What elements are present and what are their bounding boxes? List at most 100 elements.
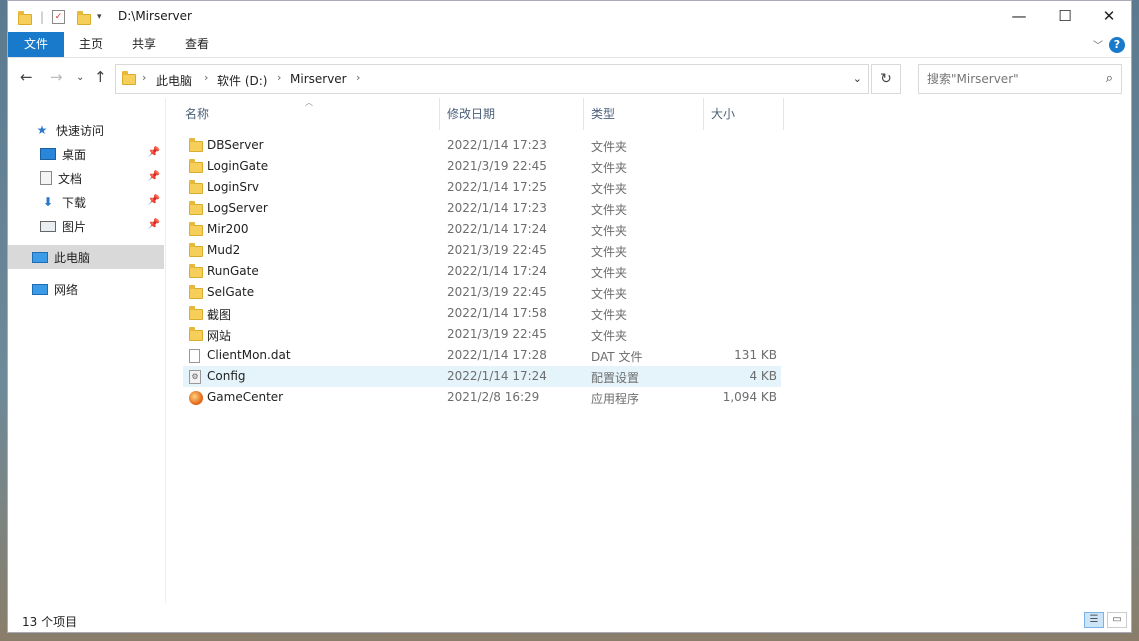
file-type: 文件夹 bbox=[591, 224, 628, 238]
tab-share[interactable]: 共享 bbox=[118, 32, 170, 57]
nav-item-quick-access[interactable]: ★ 快速访问 bbox=[8, 118, 164, 142]
recent-locations-icon[interactable]: ⌄ bbox=[76, 72, 84, 83]
forward-icon[interactable]: → bbox=[50, 68, 63, 86]
file-type: 配置设置 bbox=[591, 371, 640, 385]
nav-item-pictures[interactable]: 图片 📌 bbox=[8, 214, 164, 238]
file-name: LoginGate bbox=[207, 159, 269, 173]
folder-icon bbox=[189, 243, 203, 257]
file-date: 2022/1/14 17:24 bbox=[447, 222, 547, 236]
file-row[interactable]: 网站 2021/3/19 22:45 文件夹 bbox=[183, 324, 781, 345]
large-icons-view-icon[interactable]: ▭ bbox=[1107, 612, 1127, 628]
new-folder-icon[interactable] bbox=[77, 10, 92, 25]
divider: | bbox=[40, 10, 45, 24]
file-date: 2022/1/14 17:28 bbox=[447, 348, 547, 362]
column-header-type[interactable]: 类型 bbox=[584, 98, 704, 130]
folder-icon bbox=[189, 327, 203, 341]
explorer-window: | ✓ ▾ D:\Mirserver — ☐ ✕ 文件 主页 共享 查看 ﹀ ?… bbox=[7, 0, 1132, 633]
file-type: 文件夹 bbox=[591, 329, 628, 343]
close-button[interactable]: ✕ bbox=[1086, 1, 1131, 31]
file-row[interactable]: LoginGate 2021/3/19 22:45 文件夹 bbox=[183, 156, 781, 177]
file-row[interactable]: DBServer 2022/1/14 17:23 文件夹 bbox=[183, 135, 781, 156]
breadcrumb-drive-d[interactable]: 软件 (D:) bbox=[217, 72, 267, 89]
pictures-icon bbox=[40, 220, 56, 232]
file-date: 2022/1/14 17:23 bbox=[447, 138, 547, 152]
refresh-button[interactable]: ↻ bbox=[871, 64, 901, 94]
file-row[interactable]: Mud2 2021/3/19 22:45 文件夹 bbox=[183, 240, 781, 261]
nav-item-this-pc[interactable]: 此电脑 bbox=[8, 245, 164, 269]
file-date: 2022/1/14 17:23 bbox=[447, 201, 547, 215]
file-type: 文件夹 bbox=[591, 203, 628, 217]
file-row[interactable]: RunGate 2022/1/14 17:24 文件夹 bbox=[183, 261, 781, 282]
file-size: 4 KB bbox=[749, 369, 777, 383]
chevron-right-icon[interactable]: › bbox=[142, 71, 146, 84]
column-header-size[interactable]: 大小 bbox=[704, 98, 784, 130]
breadcrumb-mirserver[interactable]: Mirserver bbox=[290, 72, 347, 86]
search-box[interactable]: ⌕ bbox=[918, 64, 1122, 94]
nav-item-label: 快速访问 bbox=[56, 123, 105, 138]
folder-icon bbox=[189, 138, 203, 152]
file-name: 截图 bbox=[207, 308, 232, 322]
tab-file[interactable]: 文件 bbox=[8, 32, 64, 57]
breadcrumb-this-pc[interactable]: 此电脑 bbox=[156, 72, 192, 89]
file-name: GameCenter bbox=[207, 390, 284, 404]
address-bar[interactable]: › 此电脑 › 软件 (D:) › Mirserver › ⌄ bbox=[115, 64, 869, 94]
nav-item-network[interactable]: 网络 bbox=[8, 277, 164, 301]
file-row[interactable]: Mir200 2022/1/14 17:24 文件夹 bbox=[183, 219, 781, 240]
pin-icon[interactable]: 📌 bbox=[148, 195, 160, 206]
file-name: SelGate bbox=[207, 285, 255, 299]
file-name: Mud2 bbox=[207, 243, 241, 257]
file-date: 2021/3/19 22:45 bbox=[447, 159, 547, 173]
nav-item-label: 文档 bbox=[58, 171, 83, 186]
file-row[interactable]: GameCenter 2021/2/8 16:29 应用程序 1,094 KB bbox=[183, 387, 781, 408]
file-name: Mir200 bbox=[207, 222, 249, 236]
file-type: DAT 文件 bbox=[591, 350, 643, 364]
file-type: 文件夹 bbox=[591, 308, 628, 322]
chevron-right-icon[interactable]: › bbox=[356, 71, 360, 84]
nav-item-label: 图片 bbox=[62, 219, 87, 234]
quick-access-toolbar: | ✓ ▾ bbox=[18, 7, 102, 27]
navigation-bar: ← → ⌄ ↑ › 此电脑 › 软件 (D:) › Mirserver › ⌄ … bbox=[8, 58, 1131, 98]
search-input[interactable] bbox=[919, 65, 1089, 93]
properties-icon[interactable]: ✓ bbox=[52, 10, 66, 24]
folder-icon bbox=[189, 285, 203, 299]
file-date: 2021/3/19 22:45 bbox=[447, 327, 547, 341]
file-name: RunGate bbox=[207, 264, 259, 278]
pin-icon[interactable]: 📌 bbox=[148, 219, 160, 230]
details-view-icon[interactable]: ☰ bbox=[1084, 612, 1104, 628]
column-header-date[interactable]: 修改日期 bbox=[440, 98, 584, 130]
tab-home[interactable]: 主页 bbox=[65, 32, 117, 57]
file-row[interactable]: LoginSrv 2022/1/14 17:25 文件夹 bbox=[183, 177, 781, 198]
nav-item-documents[interactable]: 文档 📌 bbox=[8, 166, 164, 190]
tab-view[interactable]: 查看 bbox=[171, 32, 223, 57]
chevron-right-icon[interactable]: › bbox=[204, 71, 208, 84]
file-date: 2022/1/14 17:58 bbox=[447, 306, 547, 320]
nav-item-desktop[interactable]: 桌面 📌 bbox=[8, 142, 164, 166]
folder-icon bbox=[189, 222, 203, 236]
back-icon[interactable]: ← bbox=[20, 68, 33, 86]
nav-item-label: 桌面 bbox=[62, 147, 87, 162]
file-name: 网站 bbox=[207, 329, 232, 343]
file-row[interactable]: LogServer 2022/1/14 17:23 文件夹 bbox=[183, 198, 781, 219]
chevron-right-icon[interactable]: › bbox=[277, 71, 281, 84]
document-icon bbox=[40, 171, 52, 185]
search-icon[interactable]: ⌕ bbox=[1106, 71, 1113, 86]
help-icon[interactable]: ? bbox=[1109, 37, 1125, 53]
customize-toolbar-icon[interactable]: ▾ bbox=[97, 12, 102, 22]
ribbon-tabs: 文件 主页 共享 查看 ﹀ ? bbox=[8, 32, 1131, 58]
nav-item-downloads[interactable]: ⬇ 下载 📌 bbox=[8, 190, 164, 214]
maximize-button[interactable]: ☐ bbox=[1042, 1, 1088, 31]
file-row[interactable]: ⚙ Config 2022/1/14 17:24 配置设置 4 KB bbox=[183, 366, 781, 387]
file-row[interactable]: ClientMon.dat 2022/1/14 17:28 DAT 文件 131 KB bbox=[183, 345, 781, 366]
title-bar: | ✓ ▾ D:\Mirserver — ☐ ✕ bbox=[8, 1, 1131, 32]
minimize-button[interactable]: — bbox=[996, 1, 1042, 31]
pin-icon[interactable]: 📌 bbox=[148, 171, 160, 182]
expand-ribbon-icon[interactable]: ﹀ bbox=[1093, 37, 1103, 52]
file-name: LogServer bbox=[207, 201, 268, 215]
file-type: 文件夹 bbox=[591, 245, 628, 259]
file-row[interactable]: SelGate 2021/3/19 22:45 文件夹 bbox=[183, 282, 781, 303]
file-row[interactable]: 截图 2022/1/14 17:58 文件夹 bbox=[183, 303, 781, 324]
chevron-down-icon[interactable]: ⌄ bbox=[853, 72, 862, 85]
up-icon[interactable]: ↑ bbox=[94, 68, 107, 86]
column-header-name[interactable]: 名称 bbox=[178, 98, 440, 130]
pin-icon[interactable]: 📌 bbox=[148, 147, 160, 158]
